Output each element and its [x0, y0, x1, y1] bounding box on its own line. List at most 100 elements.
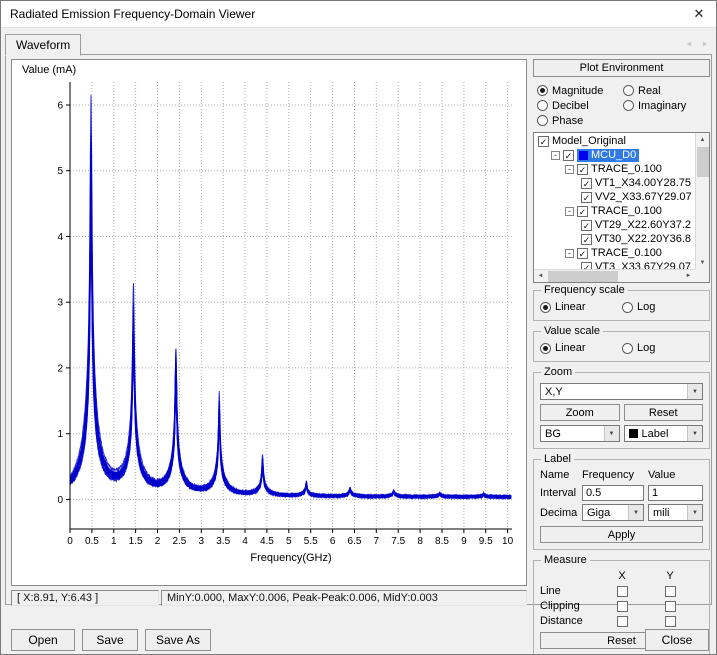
svg-text:6: 6	[57, 101, 63, 112]
vertical-scrollbar-thumb[interactable]	[697, 147, 709, 177]
value-log-radio[interactable]: Log	[622, 342, 655, 355]
label-col-name: Name	[540, 469, 578, 482]
checkbox[interactable]: ✓	[581, 220, 592, 231]
measure-distance-x-checkbox[interactable]	[617, 616, 628, 627]
interval-value-input[interactable]	[648, 485, 703, 501]
tree-item-trace-3[interactable]: - ✓ TRACE_0.100	[534, 246, 695, 260]
tree-item-trace-2[interactable]: - ✓ TRACE_0.100	[534, 204, 695, 218]
collapse-icon[interactable]: -	[551, 151, 560, 160]
save-button[interactable]: Save	[82, 629, 138, 651]
radio-imaginary[interactable]: Imaginary	[623, 99, 708, 112]
value-linear-radio[interactable]: Linear	[540, 342, 622, 355]
tree-item-mcu-d0[interactable]: - ✓ MCU_D0	[534, 148, 695, 162]
checkbox[interactable]: ✓	[581, 178, 592, 189]
tab-waveform[interactable]: Waveform	[5, 34, 81, 56]
radio-phase-label: Phase	[552, 115, 583, 127]
tab-scroll-right-icon[interactable]: ►	[698, 38, 712, 51]
radio-magnitude-label: Magnitude	[552, 85, 603, 97]
decimal-value-value: mili	[653, 507, 670, 519]
checkbox[interactable]: ✓	[577, 248, 588, 259]
dropdown-arrow-icon[interactable]: ▼	[687, 426, 702, 441]
tree-item-vt29[interactable]: ✓ VT29_X22.60Y37.2	[534, 218, 695, 232]
svg-text:3.5: 3.5	[216, 536, 230, 547]
interval-frequency-input[interactable]	[582, 485, 644, 501]
svg-text:10: 10	[502, 536, 514, 547]
radio-decibel[interactable]: Decibel	[537, 99, 623, 112]
close-button[interactable]: Close	[645, 629, 709, 651]
bg-combo-value: BG	[545, 428, 561, 440]
waveform-tab-page: 012345600.511.522.533.544.555.566.577.58…	[5, 54, 712, 605]
radio-real[interactable]: Real	[623, 84, 708, 97]
decimal-value-combobox[interactable]: mili ▼	[648, 504, 703, 521]
checkbox[interactable]: ✓	[577, 164, 588, 175]
radio-phase[interactable]: Phase	[537, 114, 623, 127]
tree-item-vt3[interactable]: ✓ VT3_X33.67Y29.07	[534, 260, 695, 269]
value-linear-label: Linear	[555, 342, 586, 354]
collapse-icon[interactable]: -	[565, 249, 574, 258]
title-bar: Radiated Emission Frequency-Domain Viewe…	[1, 1, 716, 28]
tree-item-vv2[interactable]: ✓ VV2_X33.67Y29.07	[534, 190, 695, 204]
tree-vertical-scrollbar[interactable]: ▲ ▼	[695, 133, 709, 269]
dropdown-arrow-icon[interactable]: ▼	[628, 505, 643, 520]
decimal-frequency-combobox[interactable]: Giga ▼	[582, 504, 644, 521]
tab-scroll-left-icon[interactable]: ◄	[682, 38, 696, 51]
zoom-mode-combobox[interactable]: X,Y ▼	[540, 383, 703, 400]
trace-color-swatch	[579, 151, 588, 160]
dropdown-arrow-icon[interactable]: ▼	[687, 384, 702, 399]
checkbox[interactable]: ✓	[581, 234, 592, 245]
scroll-right-icon[interactable]: ►	[682, 270, 695, 283]
measure-line-y-checkbox[interactable]	[665, 586, 676, 597]
tree-item-vt30[interactable]: ✓ VT30_X22.20Y36.8	[534, 232, 695, 246]
svg-text:4: 4	[242, 536, 248, 547]
radio-phase-icon	[537, 115, 548, 126]
tree-item-vt1[interactable]: ✓ VT1_X34.00Y28.75	[534, 176, 695, 190]
spectrum-plot-panel[interactable]: 012345600.511.522.533.544.555.566.577.58…	[11, 59, 527, 586]
open-button[interactable]: Open	[11, 629, 75, 651]
frequency-log-radio[interactable]: Log	[622, 301, 655, 314]
plot-environment-button[interactable]: Plot Environment	[533, 59, 710, 77]
model-tree[interactable]: ✓ Model_Original - ✓ MCU_D0 - ✓ TRACE_0.…	[533, 132, 710, 283]
dropdown-arrow-icon[interactable]: ▼	[687, 505, 702, 520]
frequency-log-radio-icon	[622, 302, 633, 313]
zoom-button[interactable]: Zoom	[540, 404, 620, 421]
svg-text:6.5: 6.5	[348, 536, 362, 547]
svg-text:5.5: 5.5	[304, 536, 318, 547]
scroll-down-icon[interactable]: ▼	[696, 256, 709, 269]
bg-color-combobox[interactable]: BG ▼	[540, 425, 620, 442]
collapse-icon[interactable]: -	[565, 165, 574, 174]
tree-item-label: MCU_D0	[591, 149, 636, 161]
measure-distance-y-checkbox[interactable]	[665, 616, 676, 627]
checkbox[interactable]: ✓	[577, 206, 588, 217]
frequency-linear-radio[interactable]: Linear	[540, 301, 622, 314]
horizontal-scrollbar-thumb[interactable]	[548, 271, 618, 282]
frequency-linear-label: Linear	[555, 301, 586, 313]
label-combo-value: Label	[642, 428, 669, 440]
measure-line-x-checkbox[interactable]	[617, 586, 628, 597]
label-color-combobox[interactable]: Label ▼	[624, 425, 704, 442]
dropdown-arrow-icon[interactable]: ▼	[604, 426, 619, 441]
label-col-value: Value	[648, 469, 703, 482]
checkbox[interactable]: ✓	[538, 136, 549, 147]
radio-imaginary-icon	[623, 100, 634, 111]
checkbox[interactable]: ✓	[581, 192, 592, 203]
scroll-left-icon[interactable]: ◄	[534, 270, 547, 283]
save-as-button[interactable]: Save As	[145, 629, 211, 651]
zoom-reset-button[interactable]: Reset	[624, 404, 704, 421]
tree-item-trace-1[interactable]: - ✓ TRACE_0.100	[534, 162, 695, 176]
apply-button[interactable]: Apply	[540, 526, 703, 543]
radio-magnitude[interactable]: Magnitude	[537, 84, 623, 97]
tree-horizontal-scrollbar[interactable]: ◄ ►	[534, 269, 695, 282]
checkbox[interactable]: ✓	[563, 150, 574, 161]
tree-item-model-original[interactable]: ✓ Model_Original	[534, 134, 695, 148]
scroll-up-icon[interactable]: ▲	[696, 133, 709, 146]
collapse-icon[interactable]: -	[565, 207, 574, 216]
checkbox[interactable]: ✓	[581, 262, 592, 270]
measure-clipping-x-checkbox[interactable]	[617, 601, 628, 612]
svg-text:9.5: 9.5	[479, 536, 493, 547]
measure-clipping-label: Clipping	[540, 600, 598, 612]
control-panel: Plot Environment Magnitude Real Decibel …	[533, 59, 710, 655]
measure-clipping-y-checkbox[interactable]	[665, 601, 676, 612]
frequency-spectrum-chart[interactable]: 012345600.511.522.533.544.555.566.577.58…	[12, 60, 526, 585]
measure-group-title: Measure	[541, 554, 590, 566]
window-close-button[interactable]: ✕	[682, 1, 716, 27]
